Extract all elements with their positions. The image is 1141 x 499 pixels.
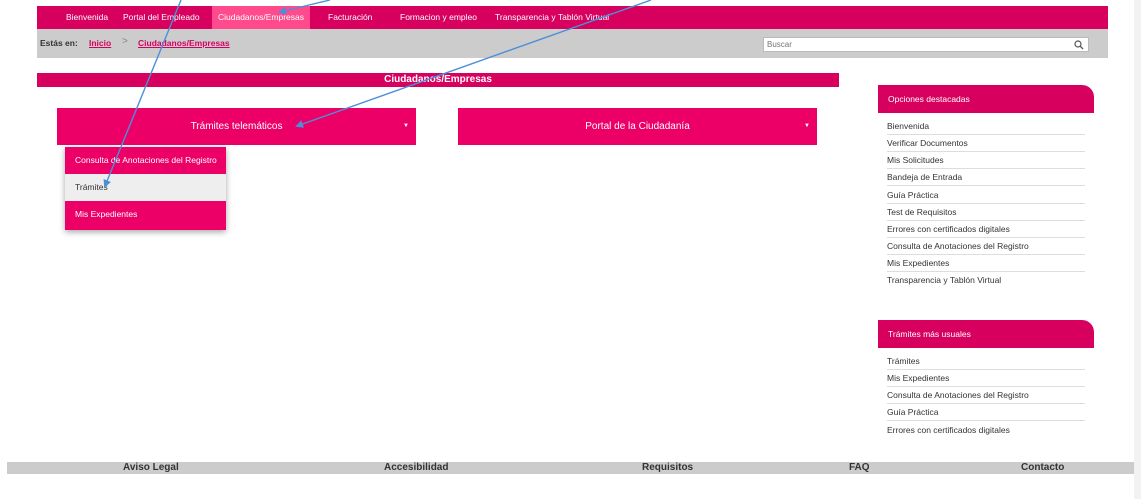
footer-link-accesibilidad[interactable]: Accesibilidad	[384, 462, 448, 474]
portal-ciudadania-label: Portal de la Ciudadanía	[585, 121, 690, 132]
search-input[interactable]	[763, 37, 1070, 52]
common-link[interactable]: Trámites	[887, 353, 1085, 370]
footer-link-contacto[interactable]: Contacto	[1021, 462, 1064, 474]
nav-item-formacion-empleo[interactable]: Formacion y empleo	[400, 6, 477, 29]
featured-link[interactable]: Bienvenida	[887, 118, 1085, 135]
common-link[interactable]: Mis Expedientes	[887, 370, 1085, 387]
common-link[interactable]: Guía Práctica	[887, 404, 1085, 421]
featured-link[interactable]: Verificar Documentos	[887, 135, 1085, 152]
featured-options-header: Opciones destacadas	[878, 85, 1094, 113]
featured-link[interactable]: Test de Requisitos	[887, 204, 1085, 221]
search-button[interactable]	[1069, 37, 1089, 52]
featured-link[interactable]: Mis Expedientes	[887, 255, 1085, 272]
common-link[interactable]: Errores con certificados digitales	[887, 422, 1085, 439]
featured-link[interactable]: Transparencia y Tablón Virtual	[887, 272, 1085, 289]
tramites-telematicos-button[interactable]: Trámites telemáticos ▼	[57, 108, 416, 145]
search-icon	[1074, 40, 1084, 50]
footer-bar: Aviso Legal Accesibilidad Requisitos FAQ…	[7, 462, 1134, 474]
chevron-down-icon: ▼	[804, 123, 810, 129]
dropdown-item-consulta-anotaciones[interactable]: Consulta de Anotaciones del Registro	[65, 147, 226, 174]
nav-item-bienvenida[interactable]: Bienvenida	[66, 6, 108, 29]
chevron-down-icon: ▼	[403, 123, 409, 129]
dropdown-item-mis-expedientes[interactable]: Mis Expedientes	[65, 201, 226, 230]
vertical-scrollbar[interactable]	[1134, 0, 1141, 499]
featured-link[interactable]: Errores con certificados digitales	[887, 221, 1085, 238]
nav-item-portal-empleado[interactable]: Portal del Empleado	[123, 6, 200, 29]
nav-item-ciudadanos-empresas[interactable]: Ciudadanos/Empresas	[212, 6, 310, 29]
breadcrumb-link-inicio[interactable]: Inicio	[89, 38, 111, 48]
nav-item-transparencia[interactable]: Transparencia y Tablón Virtual	[495, 6, 609, 29]
tramites-telematicos-label: Trámites telemáticos	[190, 121, 283, 132]
breadcrumb-link-ciudadanos[interactable]: Ciudadanos/Empresas	[138, 38, 230, 48]
page-title: Ciudadanos/Empresas	[37, 73, 839, 87]
portal-ciudadania-button[interactable]: Portal de la Ciudadanía ▼	[458, 108, 817, 145]
featured-link[interactable]: Bandeja de Entrada	[887, 169, 1085, 186]
common-procedures-header: Trámites más usuales	[878, 320, 1094, 348]
featured-link[interactable]: Mis Solicitudes	[887, 152, 1085, 169]
footer-link-faq[interactable]: FAQ	[849, 462, 870, 474]
breadcrumb-prefix: Estás en:	[40, 38, 78, 48]
top-navigation-bar: Bienvenida Portal del Empleado Ciudadano…	[37, 6, 1108, 29]
common-link[interactable]: Consulta de Anotaciones del Registro	[887, 387, 1085, 404]
featured-link[interactable]: Consulta de Anotaciones del Registro	[887, 238, 1085, 255]
footer-link-requisitos[interactable]: Requisitos	[642, 462, 693, 474]
featured-link[interactable]: Guía Práctica	[887, 187, 1085, 204]
dropdown-item-tramites[interactable]: Trámites	[65, 174, 226, 201]
breadcrumb-separator-icon: >	[122, 36, 128, 47]
tramites-dropdown-menu: Consulta de Anotaciones del Registro Trá…	[65, 147, 226, 230]
footer-link-aviso-legal[interactable]: Aviso Legal	[123, 462, 179, 474]
nav-item-facturacion[interactable]: Facturación	[328, 6, 372, 29]
